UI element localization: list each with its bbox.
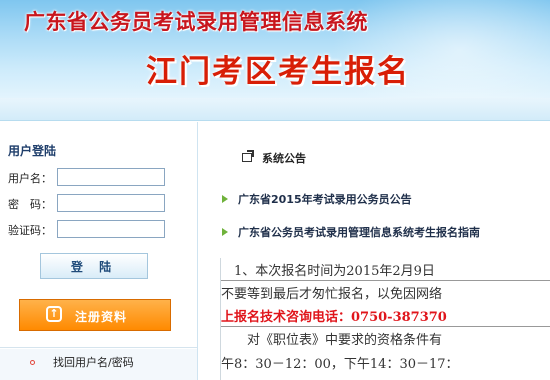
external-link-icon (242, 150, 254, 162)
username-input[interactable] (57, 168, 165, 186)
captcha-label: 验证码： (8, 224, 52, 237)
rule-line (221, 326, 550, 327)
login-title: 用户登陆 (8, 144, 57, 158)
login-button[interactable]: 登 陆 (40, 253, 148, 279)
nav-bar (0, 98, 550, 121)
find-account-link[interactable]: 找回用户名/密码 (53, 354, 134, 370)
rule-line (221, 280, 550, 281)
system-title: 广东省公务员考试录用管理信息系统 (24, 10, 368, 34)
site-header: 广东省公务员考试录用管理信息系统 江门考区考生报名 (0, 0, 550, 98)
content-line-1: 1、本次报名时间为2015年2月9日 (221, 264, 435, 279)
content-line-5: 午8：30－12：00，下午14：30－17： (221, 357, 459, 372)
page-title: 江门考区考生报名 (146, 54, 410, 90)
content-line-3: 上报名技术咨询电话：0750-387370 (221, 310, 447, 325)
username-label: 用户名： (8, 172, 52, 185)
green-arrow-icon (222, 195, 228, 203)
password-label: 密 码： (8, 198, 52, 211)
login-panel: 用户登陆 用户名： 密 码： 验证码： 登 陆 ↑ 注册资料 找回用户名/密码 (0, 122, 198, 380)
password-input[interactable] (57, 194, 165, 212)
announcement-text: 1、本次报名时间为2015年2月9日 不要等到最后才匆忙报名，以免因网络 上报名… (220, 258, 550, 380)
captcha-input[interactable] (57, 220, 165, 238)
green-arrow-icon (222, 228, 228, 236)
divider (0, 347, 197, 348)
register-button[interactable]: ↑ 注册资料 (19, 299, 171, 331)
content-line-2: 不要等到最后才匆忙报名，以免因网络 (221, 287, 443, 302)
notice-link-1[interactable]: 广东省2015年考试录用公务员公告 (238, 191, 412, 207)
notice-section-title: 系统公告 (262, 152, 306, 165)
find-account-row[interactable]: 找回用户名/密码 (0, 349, 197, 380)
content-line-4: 对《职位表》中要求的资格条件有 (221, 333, 443, 348)
notice-link-2[interactable]: 广东省公务员考试录用管理信息系统考生报名指南 (238, 224, 480, 240)
bullet-icon (30, 360, 35, 365)
register-button-label: 注册资料 (75, 310, 128, 324)
main-content: 系统公告 广东省2015年考试录用公务员公告 广东省公务员考试录用管理信息系统考… (198, 122, 550, 380)
upload-icon: ↑ (46, 306, 62, 322)
